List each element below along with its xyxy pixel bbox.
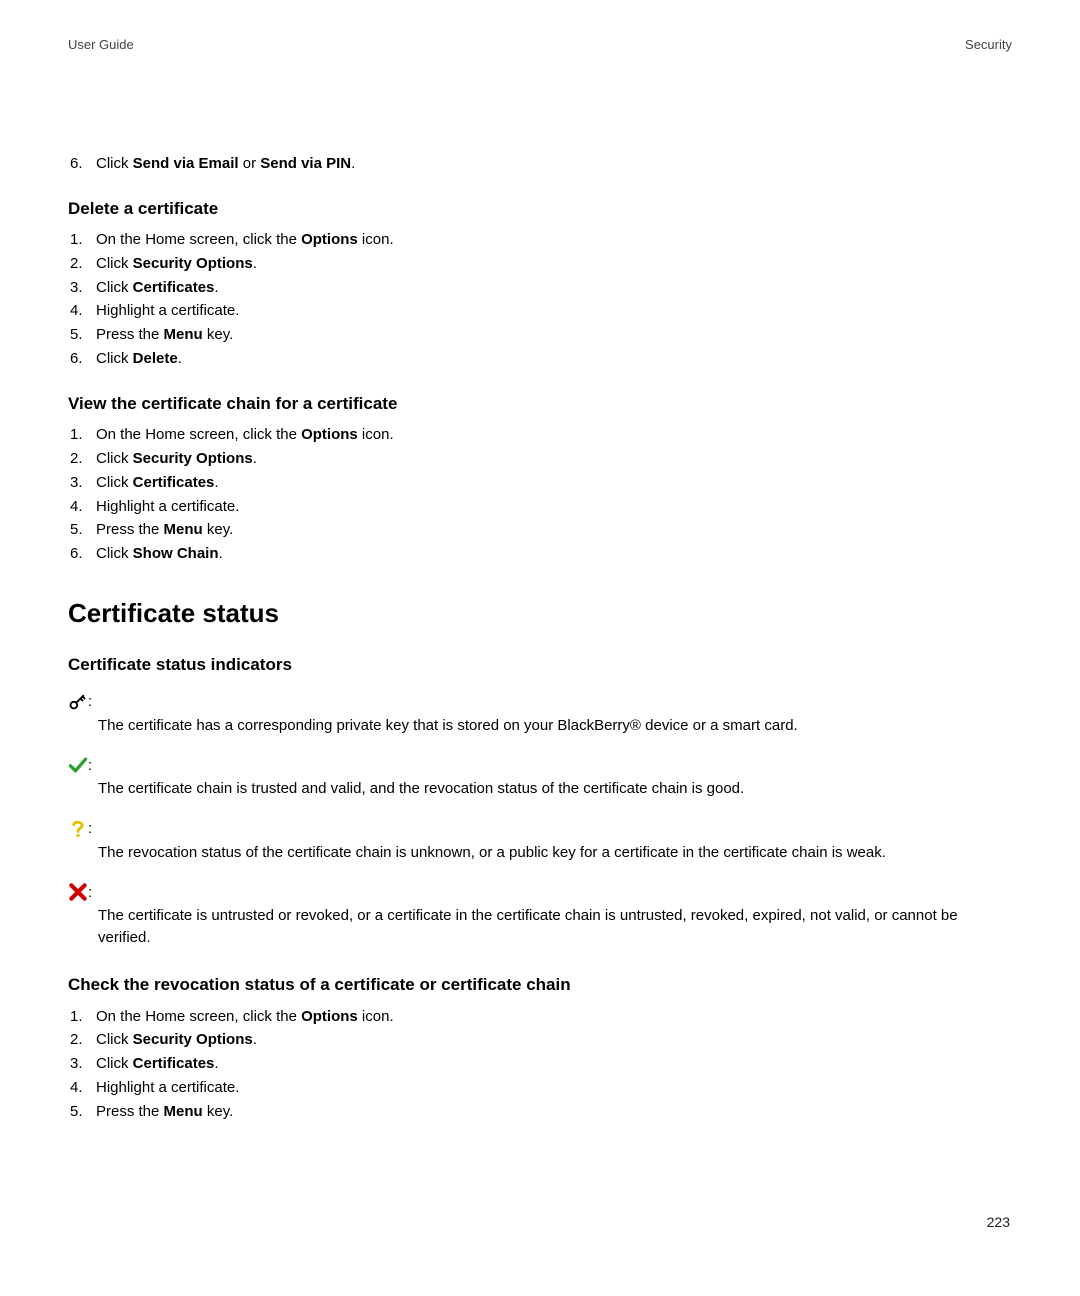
indicator-description: The certificate chain is trusted and val… [98, 778, 1012, 800]
step-text: Highlight a certificate. [96, 300, 1012, 322]
step-text: Press the Menu key. [96, 324, 1012, 346]
indicator-description: The certificate is untrusted or revoked,… [98, 905, 1012, 949]
section-heading-view: View the certificate chain for a certifi… [68, 392, 1012, 417]
step-text: Click Security Options. [96, 1029, 1012, 1051]
indicator-row: : The certificate is untrusted or revoked… [68, 882, 1012, 949]
step-number: 6. [68, 153, 96, 175]
header-left: User Guide [68, 36, 134, 55]
list-item: 4.Highlight a certificate. [68, 496, 1012, 518]
step-text: Click Certificates. [96, 277, 1012, 299]
list-item: 1.On the Home screen, click the Options … [68, 1006, 1012, 1028]
step-text: On the Home screen, click the Options ic… [96, 229, 1012, 251]
list-item: 1.On the Home screen, click the Options … [68, 424, 1012, 446]
indicator-colon: : [88, 882, 92, 904]
list-item: 1.On the Home screen, click the Options … [68, 229, 1012, 251]
indicator-row: : The certificate has a corresponding pri… [68, 691, 1012, 737]
steps-check: 1.On the Home screen, click the Options … [68, 1006, 1012, 1123]
section-heading-delete: Delete a certificate [68, 197, 1012, 222]
step-number: 6. [68, 348, 96, 370]
indicator-row: : The revocation status of the certificat… [68, 818, 1012, 864]
step-text: Press the Menu key. [96, 519, 1012, 541]
list-item: 3.Click Certificates. [68, 277, 1012, 299]
indicator-description: The certificate has a corresponding priv… [98, 715, 1012, 737]
step-number: 4. [68, 1077, 96, 1099]
list-item: 6.Click Show Chain. [68, 543, 1012, 565]
step-number: 6. [68, 543, 96, 565]
step-number: 2. [68, 1029, 96, 1051]
steps-delete: 1.On the Home screen, click the Options … [68, 229, 1012, 370]
step-number: 3. [68, 472, 96, 494]
header-right: Security [965, 36, 1012, 55]
step-text: Click Security Options. [96, 253, 1012, 275]
indicator-description: The revocation status of the certificate… [98, 842, 1012, 864]
step-text: On the Home screen, click the Options ic… [96, 1006, 1012, 1028]
list-item: 6. Click Send via Email or Send via PIN. [68, 153, 1012, 175]
step-number: 1. [68, 1006, 96, 1028]
step-text: On the Home screen, click the Options ic… [96, 424, 1012, 446]
key-icon [68, 691, 90, 711]
step-text: Highlight a certificate. [96, 496, 1012, 518]
step-number: 4. [68, 300, 96, 322]
step-text: Click Certificates. [96, 472, 1012, 494]
page-header: User Guide Security [68, 36, 1012, 55]
indicator-colon: : [88, 818, 92, 840]
step-number: 1. [68, 229, 96, 251]
list-item: 5.Press the Menu key. [68, 1101, 1012, 1123]
step-number: 3. [68, 277, 96, 299]
step-text: Click Send via Email or Send via PIN. [96, 153, 1012, 175]
step-text: Click Show Chain. [96, 543, 1012, 565]
list-item: 3.Click Certificates. [68, 1053, 1012, 1075]
step-text: Highlight a certificate. [96, 1077, 1012, 1099]
section-heading-indicators: Certificate status indicators [68, 653, 1012, 678]
list-item: 4.Highlight a certificate. [68, 1077, 1012, 1099]
indicator-list: : The certificate has a corresponding pri… [68, 691, 1012, 949]
list-item: 5.Press the Menu key. [68, 324, 1012, 346]
list-item: 4.Highlight a certificate. [68, 300, 1012, 322]
step-number: 3. [68, 1053, 96, 1075]
page-title: Certificate status [68, 595, 1012, 633]
section-heading-check: Check the revocation status of a certifi… [68, 973, 1012, 998]
step-number: 5. [68, 519, 96, 541]
indicator-colon: : [88, 691, 92, 713]
list-item: 2.Click Security Options. [68, 448, 1012, 470]
page-number: 223 [987, 1212, 1010, 1232]
list-item: 5.Press the Menu key. [68, 519, 1012, 541]
step-number: 1. [68, 424, 96, 446]
checkmark-green-icon [68, 755, 90, 775]
step-number: 5. [68, 324, 96, 346]
step-text: Click Certificates. [96, 1053, 1012, 1075]
continued-step-list: 6. Click Send via Email or Send via PIN. [68, 153, 1012, 175]
step-text: Click Security Options. [96, 448, 1012, 470]
cross-red-icon [68, 882, 90, 902]
step-text: Press the Menu key. [96, 1101, 1012, 1123]
indicator-row: : The certificate chain is trusted and va… [68, 755, 1012, 801]
question-yellow-icon [68, 818, 90, 838]
steps-view: 1.On the Home screen, click the Options … [68, 424, 1012, 565]
list-item: 2.Click Security Options. [68, 253, 1012, 275]
step-text: Click Delete. [96, 348, 1012, 370]
step-number: 2. [68, 448, 96, 470]
list-item: 2.Click Security Options. [68, 1029, 1012, 1051]
step-number: 5. [68, 1101, 96, 1123]
indicator-colon: : [88, 755, 92, 777]
step-number: 4. [68, 496, 96, 518]
list-item: 6.Click Delete. [68, 348, 1012, 370]
step-number: 2. [68, 253, 96, 275]
list-item: 3.Click Certificates. [68, 472, 1012, 494]
